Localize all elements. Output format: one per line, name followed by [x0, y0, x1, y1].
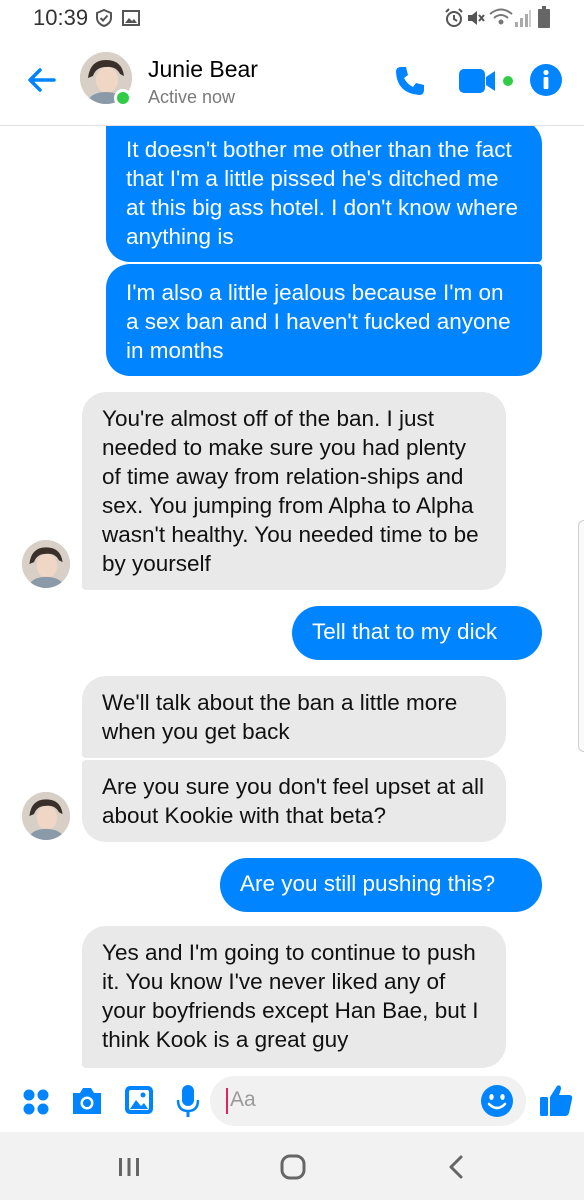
message-bubble-received[interactable]: You're almost off of the ban. I just nee…: [82, 392, 506, 590]
info-icon[interactable]: [529, 63, 563, 97]
scrollbar-thumb[interactable]: [578, 520, 584, 752]
status-bar: 10:39: [0, 0, 584, 36]
thumbs-up-icon[interactable]: [538, 1082, 574, 1118]
recent-apps-icon[interactable]: [116, 1156, 142, 1178]
active-status-dot: [114, 89, 132, 107]
message-bubble-sent[interactable]: Are you still pushing this?: [220, 858, 542, 912]
system-navigation-bar: [0, 1132, 584, 1200]
message-input-placeholder: Aa: [230, 1088, 256, 1111]
signal-icon: [515, 10, 531, 27]
sender-avatar[interactable]: [22, 792, 70, 840]
sender-photo: [22, 540, 70, 588]
message-bubble-received[interactable]: Yes and I'm going to continue to push it…: [82, 926, 506, 1068]
message-input[interactable]: Aa: [210, 1076, 526, 1126]
message-bubble-received[interactable]: We'll talk about the ban a little more w…: [82, 676, 506, 758]
shield-check-icon: [96, 9, 112, 27]
phone-icon[interactable]: [393, 64, 427, 98]
apps-icon[interactable]: [22, 1088, 50, 1116]
sender-photo: [22, 792, 70, 840]
battery-icon: [538, 6, 550, 28]
text-caret: [226, 1088, 228, 1114]
sender-avatar[interactable]: [22, 540, 70, 588]
back-arrow-icon[interactable]: [24, 62, 60, 98]
video-camera-icon[interactable]: [458, 66, 518, 96]
message-bubble-sent[interactable]: It doesn't bother me other than the fact…: [106, 126, 542, 262]
message-bubble-sent[interactable]: Tell that to my dick: [292, 606, 542, 660]
mute-icon: [468, 11, 485, 25]
microphone-icon[interactable]: [176, 1084, 200, 1118]
camera-icon[interactable]: [70, 1086, 104, 1116]
message-bubble-received[interactable]: Are you sure you don't feel upset at all…: [82, 760, 506, 842]
conversation-header: Junie Bear Active now: [0, 36, 584, 126]
wifi-icon: [489, 8, 513, 25]
contact-status: Active now: [148, 87, 236, 107]
image-icon: [122, 10, 140, 26]
back-icon[interactable]: [446, 1154, 466, 1180]
message-list[interactable]: It doesn't bother me other than the fact…: [0, 126, 584, 1072]
alarm-icon: [445, 8, 463, 27]
home-icon[interactable]: [280, 1154, 306, 1180]
message-composer: Aa: [0, 1072, 584, 1132]
emoji-icon[interactable]: [480, 1084, 514, 1118]
contact-name[interactable]: Junie Bear: [148, 56, 258, 83]
status-time: 10:39: [33, 5, 89, 30]
message-bubble-sent[interactable]: I'm also a little jealous because I'm on…: [106, 264, 542, 376]
gallery-icon[interactable]: [124, 1085, 154, 1115]
